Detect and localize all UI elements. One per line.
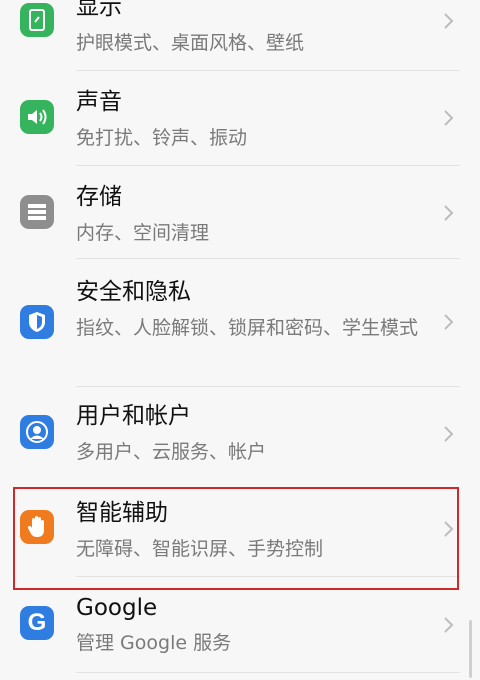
chevron-right-icon (444, 617, 454, 633)
display-icon (20, 3, 54, 37)
chevron-right-icon (444, 110, 454, 126)
storage-icon (20, 195, 54, 229)
divider (76, 672, 460, 673)
google-icon: G (20, 606, 54, 640)
settings-item-google[interactable]: G Google 管理 Google 服务 (0, 590, 480, 680)
settings-item-subtitle: 内存、空间清理 (76, 222, 210, 244)
settings-item-sound[interactable]: 声音 免打扰、铃声、振动 (0, 71, 480, 165)
settings-item-display[interactable]: 显示 护眼模式、桌面风格、壁纸 (0, 0, 480, 70)
settings-item-subtitle: 指纹、人脸解锁、锁屏和密码、学生模式 (76, 317, 419, 339)
settings-item-subtitle: 多用户、云服务、帐户 (76, 441, 267, 463)
settings-item-subtitle: 护眼模式、桌面风格、壁纸 (76, 32, 305, 54)
settings-item-security[interactable]: 安全和隐私 指纹、人脸解锁、锁屏和密码、学生模式 (0, 259, 480, 386)
settings-item-subtitle: 免打扰、铃声、振动 (76, 127, 248, 149)
chevron-right-icon (444, 13, 454, 29)
settings-item-title: Google (76, 595, 158, 621)
sound-icon (20, 100, 54, 134)
scrollbar[interactable] (469, 620, 472, 678)
chevron-right-icon (444, 205, 454, 221)
settings-item-title: 用户和帐户 (76, 403, 191, 429)
chevron-right-icon (444, 426, 454, 442)
chevron-right-icon (444, 314, 454, 330)
settings-item-subtitle: 管理 Google 服务 (76, 632, 232, 654)
settings-item-title: 声音 (76, 89, 122, 115)
settings-item-title: 安全和隐私 (76, 279, 191, 305)
shield-icon (20, 305, 54, 339)
settings-item-accounts[interactable]: 用户和帐户 多用户、云服务、帐户 (0, 387, 480, 480)
settings-item-title: 显示 (76, 0, 122, 20)
settings-item-storage[interactable]: 存储 内存、空间清理 (0, 166, 480, 258)
selection-highlight-box (13, 487, 459, 590)
user-icon (20, 415, 54, 449)
settings-item-title: 存储 (76, 184, 122, 210)
